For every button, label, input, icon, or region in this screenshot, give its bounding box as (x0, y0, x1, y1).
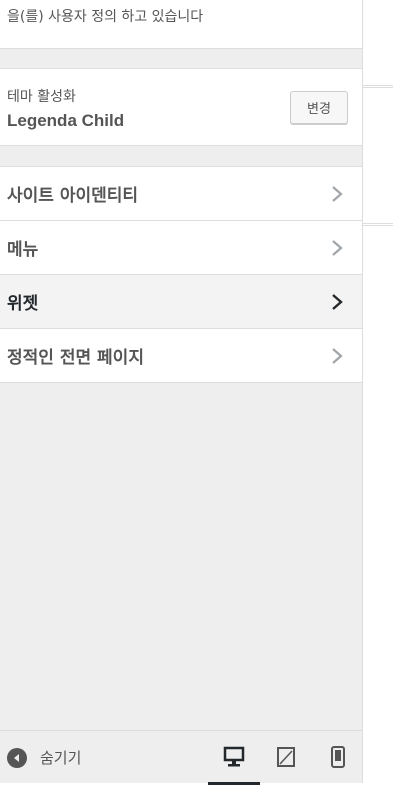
desktop-icon (223, 746, 245, 767)
preview-tablet-button[interactable] (274, 745, 298, 769)
section-static-front-page[interactable]: 정적인 전면 페이지 (0, 328, 362, 383)
chevron-right-icon (332, 240, 343, 256)
sections-list: 사이트 아이덴티티 메뉴 위젯 정적인 전면 페이지 (0, 166, 362, 383)
customizer-footer: 숨기기 (0, 730, 362, 785)
section-menus[interactable]: 메뉴 (0, 220, 362, 274)
preview-mobile-button[interactable] (326, 745, 350, 769)
mobile-icon (331, 746, 345, 768)
preview-desktop-button[interactable] (208, 745, 260, 785)
customize-info: 을(를) 사용자 정의 하고 있습니다 (0, 0, 362, 49)
section-title: 정적인 전면 페이지 (7, 348, 144, 368)
change-theme-button[interactable]: 변경 (290, 91, 348, 124)
theme-name: Legenda Child (7, 111, 125, 130)
section-title: 위젯 (7, 294, 39, 314)
collapse-label: 숨기기 (40, 749, 82, 767)
section-title: 사이트 아이덴티티 (7, 186, 139, 206)
theme-active-label: 테마 활성화 (7, 89, 76, 105)
chevron-right-icon (332, 294, 343, 310)
customize-info-text: 을(를) 사용자 정의 하고 있습니다 (7, 9, 204, 25)
preview-divider (363, 223, 393, 226)
collapse-sidebar-button[interactable]: 숨기기 (7, 747, 81, 768)
section-title: 메뉴 (7, 240, 39, 260)
section-widgets[interactable]: 위젯 (0, 274, 362, 328)
chevron-right-icon (332, 186, 343, 202)
section-site-identity[interactable]: 사이트 아이덴티티 (0, 166, 362, 220)
chevron-right-icon (332, 348, 343, 364)
arrow-left-icon (7, 747, 27, 768)
tablet-icon (277, 747, 295, 767)
customizer-panel: 을(를) 사용자 정의 하고 있습니다 테마 활성화 Legenda Child… (0, 0, 363, 785)
theme-panel: 테마 활성화 Legenda Child 변경 (0, 68, 362, 146)
preview-divider (363, 85, 393, 88)
